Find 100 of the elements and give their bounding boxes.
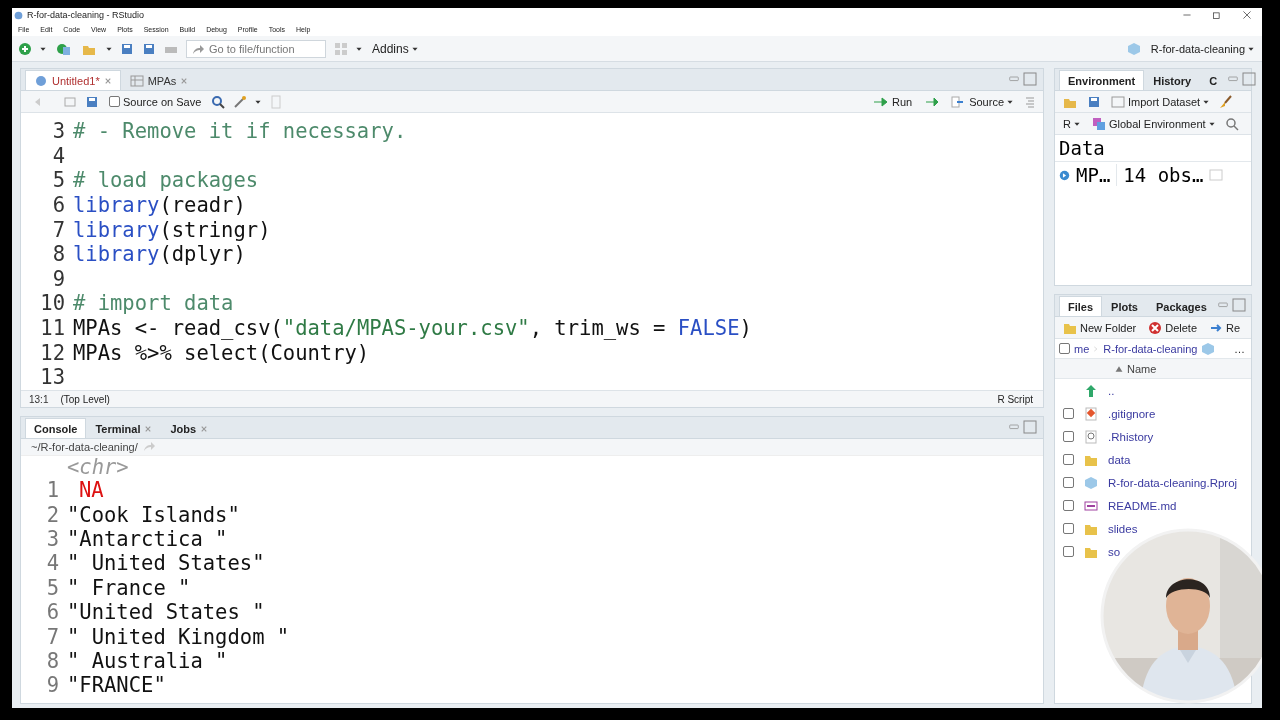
expand-icon[interactable] [1059, 169, 1070, 181]
addins-button[interactable]: Addins [370, 41, 420, 56]
environment-menu[interactable]: Global Environment [1089, 116, 1217, 131]
restore-icon[interactable] [1212, 10, 1222, 20]
language-menu[interactable]: R [1061, 117, 1082, 130]
delete-icon [1148, 320, 1163, 335]
code-token: MPAs %>% select(Country) [73, 340, 370, 365]
console-value: " United Kingdom " [67, 624, 290, 649]
file-name[interactable]: data [1108, 453, 1131, 466]
line-number: 3 [51, 119, 66, 144]
files-tab[interactable]: Files [1059, 296, 1103, 316]
file-type-menu[interactable]: R Script [995, 393, 1035, 405]
caret-icon [40, 45, 46, 52]
environment-tab[interactable]: Environment [1059, 70, 1145, 90]
code-token: library [73, 217, 160, 242]
project-menu[interactable]: R-for-data-cleaning [1148, 42, 1256, 55]
row-index: 4 [45, 551, 60, 576]
console-value: NA [78, 478, 104, 503]
caret-icon [411, 45, 418, 52]
path-segment[interactable]: R-for-data-cleaning [1103, 342, 1198, 355]
caret-icon [1203, 98, 1210, 105]
file-checkbox[interactable] [1063, 431, 1074, 442]
save-all-icon[interactable] [142, 41, 156, 56]
app-icon [14, 10, 23, 20]
line-number: 5 [51, 168, 66, 193]
maximize-icon[interactable] [1023, 72, 1037, 86]
line-number: 10 [39, 291, 66, 316]
file-checkbox[interactable] [1063, 500, 1074, 511]
file-name[interactable]: .. [1108, 384, 1115, 397]
code-token: (readr) [159, 193, 246, 218]
new-project-icon[interactable] [54, 41, 72, 56]
caret-icon [255, 98, 262, 105]
more-button[interactable]: … [1232, 342, 1247, 355]
maximize-icon[interactable] [1023, 420, 1037, 434]
row-index: 1 [45, 478, 60, 503]
save-icon[interactable] [85, 94, 99, 109]
console-tab[interactable]: Console [25, 418, 87, 438]
console-value: "United States " [67, 600, 265, 625]
project-icon [1201, 341, 1216, 356]
save-icon[interactable] [120, 41, 134, 56]
maximize-icon[interactable] [1242, 72, 1257, 86]
go-to-file-field[interactable]: Go to file/function [186, 39, 326, 58]
table-icon [1111, 94, 1125, 109]
new-folder-button[interactable]: New Folder [1061, 320, 1139, 335]
caret-icon [1073, 120, 1080, 127]
column-type: <chr> [66, 456, 130, 478]
broom-icon[interactable] [1219, 94, 1234, 109]
editor-tab[interactable]: Untitled1* [25, 70, 121, 90]
console-value: " Australia " [67, 648, 228, 673]
object-name[interactable]: MP… [1076, 164, 1118, 186]
row-index: 8 [45, 648, 60, 673]
file-checkbox[interactable] [1063, 408, 1074, 419]
git-file-icon [1084, 406, 1098, 421]
code-token: ) [739, 316, 752, 341]
run-button[interactable]: Run [868, 94, 915, 109]
magic-wand-icon[interactable] [233, 94, 248, 109]
r-script-icon [34, 73, 48, 88]
source-on-save-checkbox[interactable]: Source on Save [107, 95, 204, 108]
close-icon[interactable] [144, 424, 153, 433]
select-all-checkbox[interactable] [1059, 343, 1070, 354]
file-name[interactable]: so [1108, 545, 1121, 558]
search-icon[interactable] [211, 94, 226, 109]
sort-icon [1115, 364, 1123, 373]
code-token: (stringr) [159, 217, 271, 242]
console-value: "FRANCE" [67, 673, 166, 698]
source-button[interactable]: Source [948, 94, 1015, 109]
search-icon[interactable] [1224, 116, 1239, 131]
delete-button[interactable]: Delete [1146, 320, 1200, 335]
file-checkbox[interactable] [1063, 454, 1074, 465]
file-name[interactable]: slides [1108, 522, 1138, 535]
file-name[interactable]: .Rhistory [1108, 430, 1154, 443]
outline-icon[interactable] [1023, 94, 1037, 109]
file-name[interactable]: README.md [1108, 499, 1177, 512]
caret-icon [1248, 45, 1254, 52]
rename-button[interactable]: Re [1207, 320, 1243, 335]
path-segment[interactable]: me [1074, 342, 1090, 355]
column-header[interactable]: Name [1127, 362, 1157, 375]
maximize-icon[interactable] [1231, 298, 1246, 312]
code-token: # import data [73, 291, 234, 316]
line-number: 6 [51, 193, 66, 218]
close-icon[interactable] [103, 76, 112, 85]
line-number: 12 [39, 340, 66, 365]
code-token: , trim_ws = [529, 316, 667, 341]
file-name[interactable]: R-for-data-cleaning.Rproj [1108, 476, 1238, 489]
file-checkbox[interactable] [1063, 546, 1074, 557]
scope-menu[interactable]: (Top Level) [58, 393, 112, 405]
window-title: R-for-data-cleaning - RStudio [27, 10, 145, 20]
cursor-position: 13:1 [29, 393, 49, 405]
file-checkbox[interactable] [1063, 523, 1074, 534]
close-icon[interactable] [180, 76, 189, 85]
close-icon[interactable] [200, 424, 209, 433]
file-name[interactable]: .gitignore [1108, 407, 1156, 420]
console-value: " United States" [67, 551, 265, 576]
row-index: 7 [45, 624, 60, 649]
close-icon[interactable] [1242, 10, 1252, 20]
save-icon[interactable] [1087, 94, 1101, 109]
row-index: 3 [45, 526, 60, 551]
new-file-icon[interactable] [18, 41, 32, 56]
file-checkbox[interactable] [1063, 477, 1074, 488]
code-token: library [73, 242, 160, 267]
